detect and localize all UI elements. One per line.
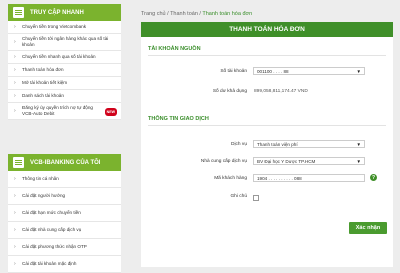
sidebar-item-interbank-transfer[interactable]: › Chuyển tiền tới ngân hàng khác qua số … <box>8 34 121 51</box>
my-bank-title: VCB-IBANKING CỦA TÔI <box>30 159 101 166</box>
quick-access-menu: › Chuyển tiền trong Vietcombank › Chuyển… <box>8 21 121 120</box>
sidebar-item-label: Chuyển tiền nhanh qua số tài khoản <box>22 54 96 59</box>
service-label: Dịch vụ <box>231 142 247 147</box>
sidebar-item-otp-method[interactable]: › Cài đặt phương thức nhận OTP <box>8 239 121 256</box>
provider-select[interactable]: BV Đại học Y Dược TP.HCM ▼ <box>253 157 365 165</box>
breadcrumb-home[interactable]: Trang chủ <box>141 11 166 17</box>
sidebar-item-default-account[interactable]: › Cài đặt tài khoản mặc định <box>8 256 121 273</box>
bill-payment-form: THANH TOÁN HÓA ĐƠN TÀI KHOẢN NGUỒN Số tà… <box>141 22 393 267</box>
sidebar-item-label: Đăng ký ủy quyền trích nợ tự động VCB-Au… <box>22 105 93 116</box>
menu-icon <box>13 157 24 168</box>
divider <box>148 55 386 56</box>
chevron-right-icon: › <box>14 67 16 73</box>
help-icon[interactable]: ? <box>370 174 377 181</box>
divider <box>148 125 386 126</box>
sidebar-item-account-list[interactable]: › Danh sách tài khoản <box>8 90 121 103</box>
source-account-section-title: TÀI KHOẢN NGUỒN <box>148 46 201 52</box>
sidebar-item-label: Danh sách tài khoản <box>22 93 64 98</box>
account-number-value: 001100 . . . . 88 <box>257 68 289 74</box>
transaction-section-title: THÔNG TIN GIAO DỊCH <box>148 116 209 122</box>
sidebar-item-beneficiary[interactable]: › Cài đặt người hưởng <box>8 188 121 205</box>
confirm-button[interactable]: Xác nhận <box>349 222 387 234</box>
sidebar-item-auto-debit[interactable]: › Đăng ký ủy quyền trích nợ tự động VCB-… <box>8 103 121 120</box>
customer-code-value: 1904 . . . . . . . . . . 088 <box>257 175 302 181</box>
breadcrumb-separator: / <box>199 11 201 17</box>
chevron-right-icon: › <box>14 54 16 60</box>
chevron-right-icon: › <box>14 93 16 99</box>
dropdown-arrow-icon: ▼ <box>356 69 361 74</box>
breadcrumb-separator: / <box>167 11 169 17</box>
chevron-right-icon: › <box>14 261 16 267</box>
sidebar-item-internal-transfer[interactable]: › Chuyển tiền trong Vietcombank <box>8 21 121 34</box>
main-content: Trang chủ / Thanh toán / Thanh toán hóa … <box>135 0 400 267</box>
my-bank-menu: › Thông tin cá nhân › Cài đặt người hưởn… <box>8 171 121 273</box>
sidebar-item-transfer-limit[interactable]: › Cài đặt hạn mức chuyển tiền <box>8 205 121 222</box>
customer-code-input[interactable]: 1904 . . . . . . . . . . 088 <box>253 174 365 182</box>
sidebar-item-label: Cài đặt tài khoản mặc định <box>22 261 77 266</box>
chevron-right-icon: › <box>14 176 16 182</box>
quick-access-title: TRUY CẬP NHANH <box>30 9 84 16</box>
menu-icon <box>13 7 24 18</box>
account-number-label: Số tài khoản <box>220 69 247 74</box>
sidebar-item-label: Cài đặt hạn mức chuyển tiền <box>22 210 81 215</box>
sidebar-item-label: Thông tin cá nhân <box>22 176 59 181</box>
sidebar-item-label: Chuyển tiền trong Vietcombank <box>22 24 87 29</box>
chevron-right-icon: › <box>14 39 16 45</box>
note-label: Ghi chú <box>230 194 247 199</box>
sidebar-item-label: Chuyển tiền tới ngân hàng khác qua số tà… <box>22 36 109 47</box>
quick-access-header: TRUY CẬP NHANH <box>8 4 121 21</box>
provider-label: Nhà cung cấp dịch vụ <box>200 159 247 164</box>
new-badge: NEW <box>104 108 117 116</box>
customer-code-label: Mã khách hàng <box>214 176 247 181</box>
service-value: Thanh toán viện phí <box>257 141 298 147</box>
my-bank-header: VCB-IBANKING CỦA TÔI <box>8 154 121 171</box>
note-checkbox[interactable] <box>253 195 259 201</box>
page-title: THANH TOÁN HÓA ĐƠN <box>141 22 393 37</box>
chevron-right-icon: › <box>14 210 16 216</box>
chevron-right-icon: › <box>14 227 16 233</box>
available-balance-label: Số dư khả dụng <box>212 89 247 94</box>
available-balance-value: 899,058,811,174.47 VND <box>254 89 308 94</box>
sidebar-item-open-savings[interactable]: › Mở tài khoản tiết kiệm <box>8 77 121 90</box>
breadcrumb-payment[interactable]: Thanh toán <box>170 11 198 17</box>
sidebar-item-label: Cài đặt nhà cung cấp dịch vụ <box>22 227 82 232</box>
chevron-right-icon: › <box>14 24 16 30</box>
breadcrumb: Trang chủ / Thanh toán / Thanh toán hóa … <box>141 11 252 17</box>
service-select[interactable]: Thanh toán viện phí ▼ <box>253 140 365 148</box>
provider-value: BV Đại học Y Dược TP.HCM <box>257 158 316 164</box>
sidebar-item-label: Cài đặt người hưởng <box>22 193 66 198</box>
sidebar-item-label: Thanh toán hóa đơn <box>22 67 64 72</box>
dropdown-arrow-icon: ▼ <box>356 159 361 164</box>
sidebar-item-fast-transfer[interactable]: › Chuyển tiền nhanh qua số tài khoản <box>8 51 121 64</box>
sidebar-item-bill-payment[interactable]: › Thanh toán hóa đơn <box>8 64 121 77</box>
sidebar-item-profile[interactable]: › Thông tin cá nhân <box>8 171 121 188</box>
account-number-select[interactable]: 001100 . . . . 88 ▼ <box>253 67 365 75</box>
dropdown-arrow-icon: ▼ <box>356 142 361 147</box>
sidebar-item-service-provider[interactable]: › Cài đặt nhà cung cấp dịch vụ <box>8 222 121 239</box>
sidebar-item-label: Cài đặt phương thức nhận OTP <box>22 244 87 249</box>
chevron-right-icon: › <box>14 244 16 250</box>
sidebar: TRUY CẬP NHANH › Chuyển tiền trong Vietc… <box>0 0 121 273</box>
chevron-right-icon: › <box>14 108 16 114</box>
breadcrumb-current: Thanh toán hóa đơn <box>202 11 253 17</box>
chevron-right-icon: › <box>14 80 16 86</box>
sidebar-item-label: Mở tài khoản tiết kiệm <box>22 80 68 85</box>
chevron-right-icon: › <box>14 193 16 199</box>
